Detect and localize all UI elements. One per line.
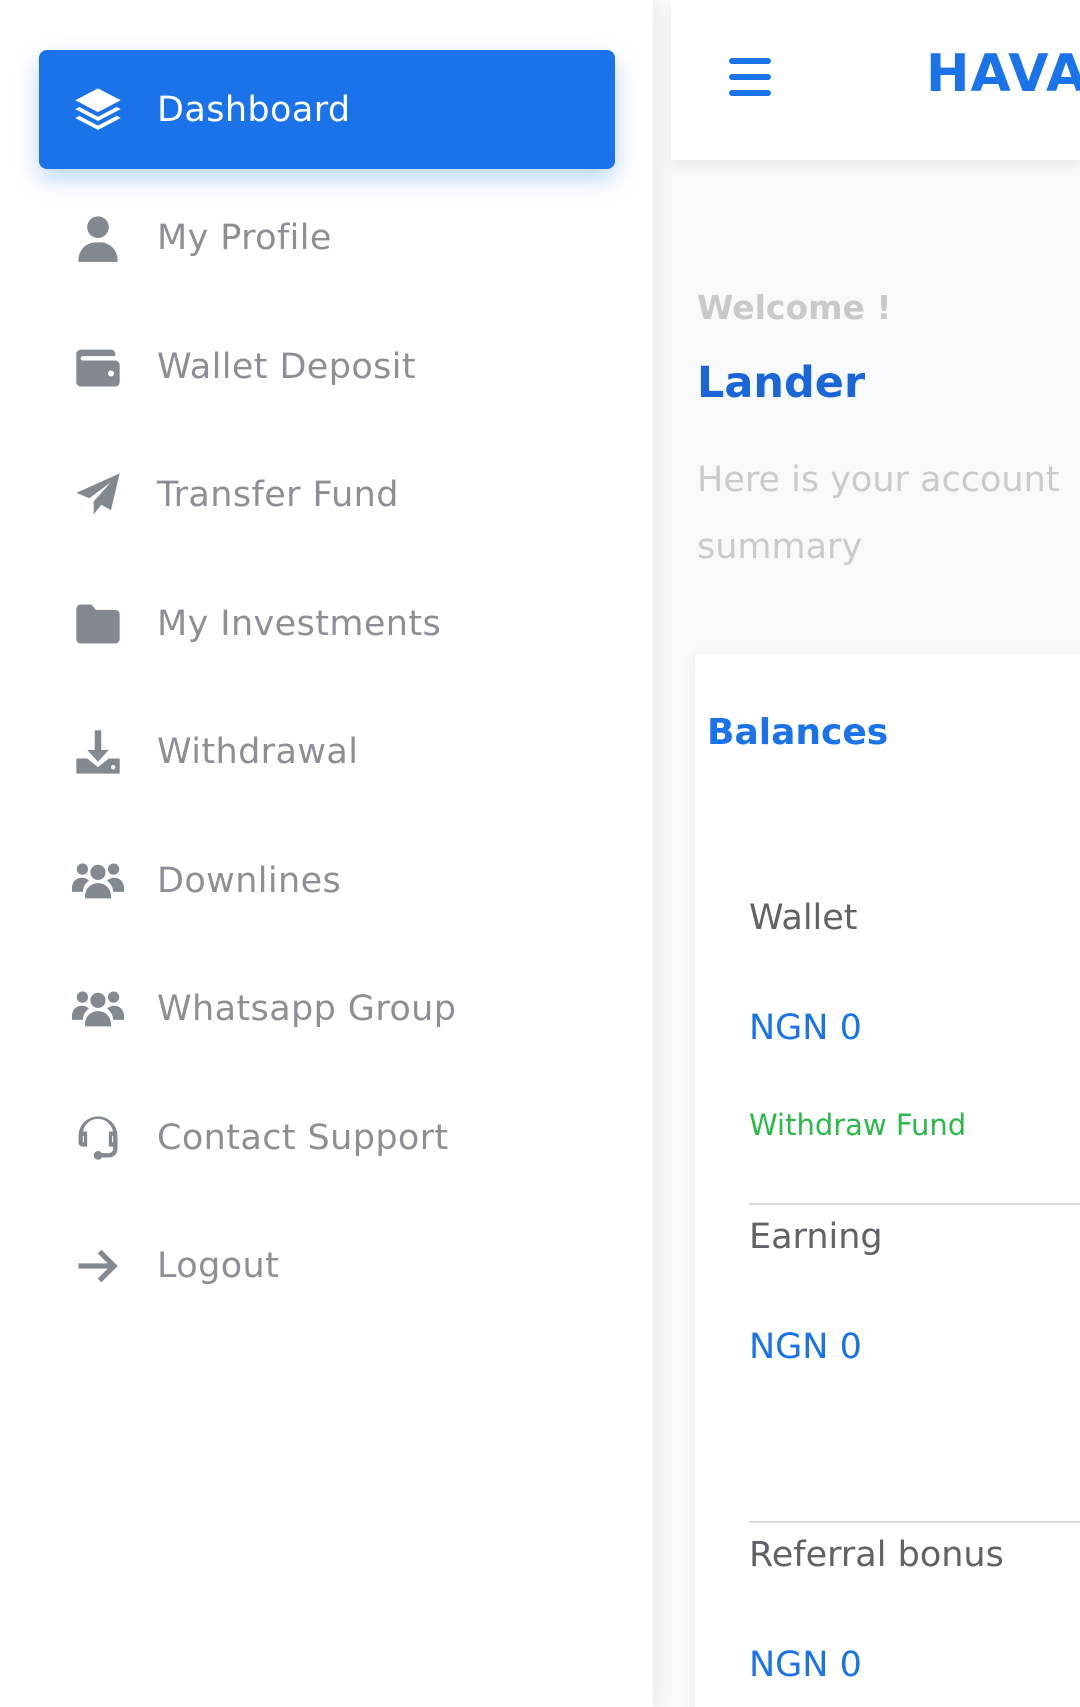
wallet-value: NGN 0: [749, 1008, 862, 1048]
main-content: HAVAR Welcome ! Lander Here is your acco…: [653, 0, 1080, 1707]
sidebar-item-downlines[interactable]: Downlines: [39, 821, 615, 940]
sidebar-item-label: Transfer Fund: [157, 474, 399, 515]
balances-title: Balances: [707, 712, 889, 753]
divider: [749, 1521, 1080, 1523]
wallet-label: Wallet: [749, 898, 858, 938]
welcome-text: Welcome !: [697, 288, 892, 327]
user-name: Lander: [697, 358, 866, 408]
sidebar-item-transfer-fund[interactable]: Transfer Fund: [39, 435, 615, 554]
sidebar-item-label: My Investments: [157, 603, 442, 644]
sidebar: Dashboard My Profile Wallet Deposit Tran…: [0, 0, 653, 1707]
folder-icon: [39, 564, 157, 683]
sidebar-item-dashboard[interactable]: Dashboard: [39, 50, 615, 169]
sidebar-item-label: Contact Support: [157, 1117, 449, 1158]
sidebar-item-label: Withdrawal: [157, 731, 359, 772]
sidebar-item-label: Wallet Deposit: [157, 346, 417, 387]
earning-value: NGN 0: [749, 1327, 862, 1367]
account-summary-text: Here is your account summary: [697, 460, 1060, 567]
users-icon: [39, 821, 157, 940]
referral-bonus-label: Referral bonus: [749, 1535, 1004, 1575]
sidebar-item-label: My Profile: [157, 217, 332, 258]
headset-icon: [39, 1078, 157, 1197]
wallet-icon: [39, 307, 157, 426]
sidebar-item-logout[interactable]: Logout: [39, 1206, 615, 1325]
sidebar-item-label: Logout: [157, 1245, 280, 1286]
paper-plane-icon: [39, 435, 157, 554]
sidebar-item-label: Whatsapp Group: [157, 988, 457, 1029]
sidebar-item-wallet-deposit[interactable]: Wallet Deposit: [39, 307, 615, 426]
arrow-right-icon: [39, 1206, 157, 1325]
sidebar-item-whatsapp-group[interactable]: Whatsapp Group: [39, 949, 615, 1068]
layers-icon: [39, 50, 157, 169]
user-icon: [39, 178, 157, 297]
sidebar-item-contact-support[interactable]: Contact Support: [39, 1078, 615, 1197]
earning-label: Earning: [749, 1217, 883, 1257]
hamburger-icon[interactable]: [729, 58, 773, 100]
sidebar-item-withdrawal[interactable]: Withdrawal: [39, 692, 615, 811]
divider: [749, 1203, 1080, 1205]
users-icon: [39, 949, 157, 1068]
sidebar-item-label: Downlines: [157, 860, 342, 901]
referral-bonus-value: NGN 0: [749, 1645, 862, 1685]
sidebar-item-label: Dashboard: [157, 89, 351, 130]
withdraw-fund-link[interactable]: Withdraw Fund: [749, 1108, 966, 1142]
brand-logo: HAVAR: [926, 44, 1080, 104]
sidebar-item-my-investments[interactable]: My Investments: [39, 564, 615, 683]
download-icon: [39, 692, 157, 811]
sidebar-item-my-profile[interactable]: My Profile: [39, 178, 615, 297]
top-bar: HAVAR: [671, 0, 1080, 160]
app-root: Dashboard My Profile Wallet Deposit Tran…: [0, 0, 1080, 1707]
